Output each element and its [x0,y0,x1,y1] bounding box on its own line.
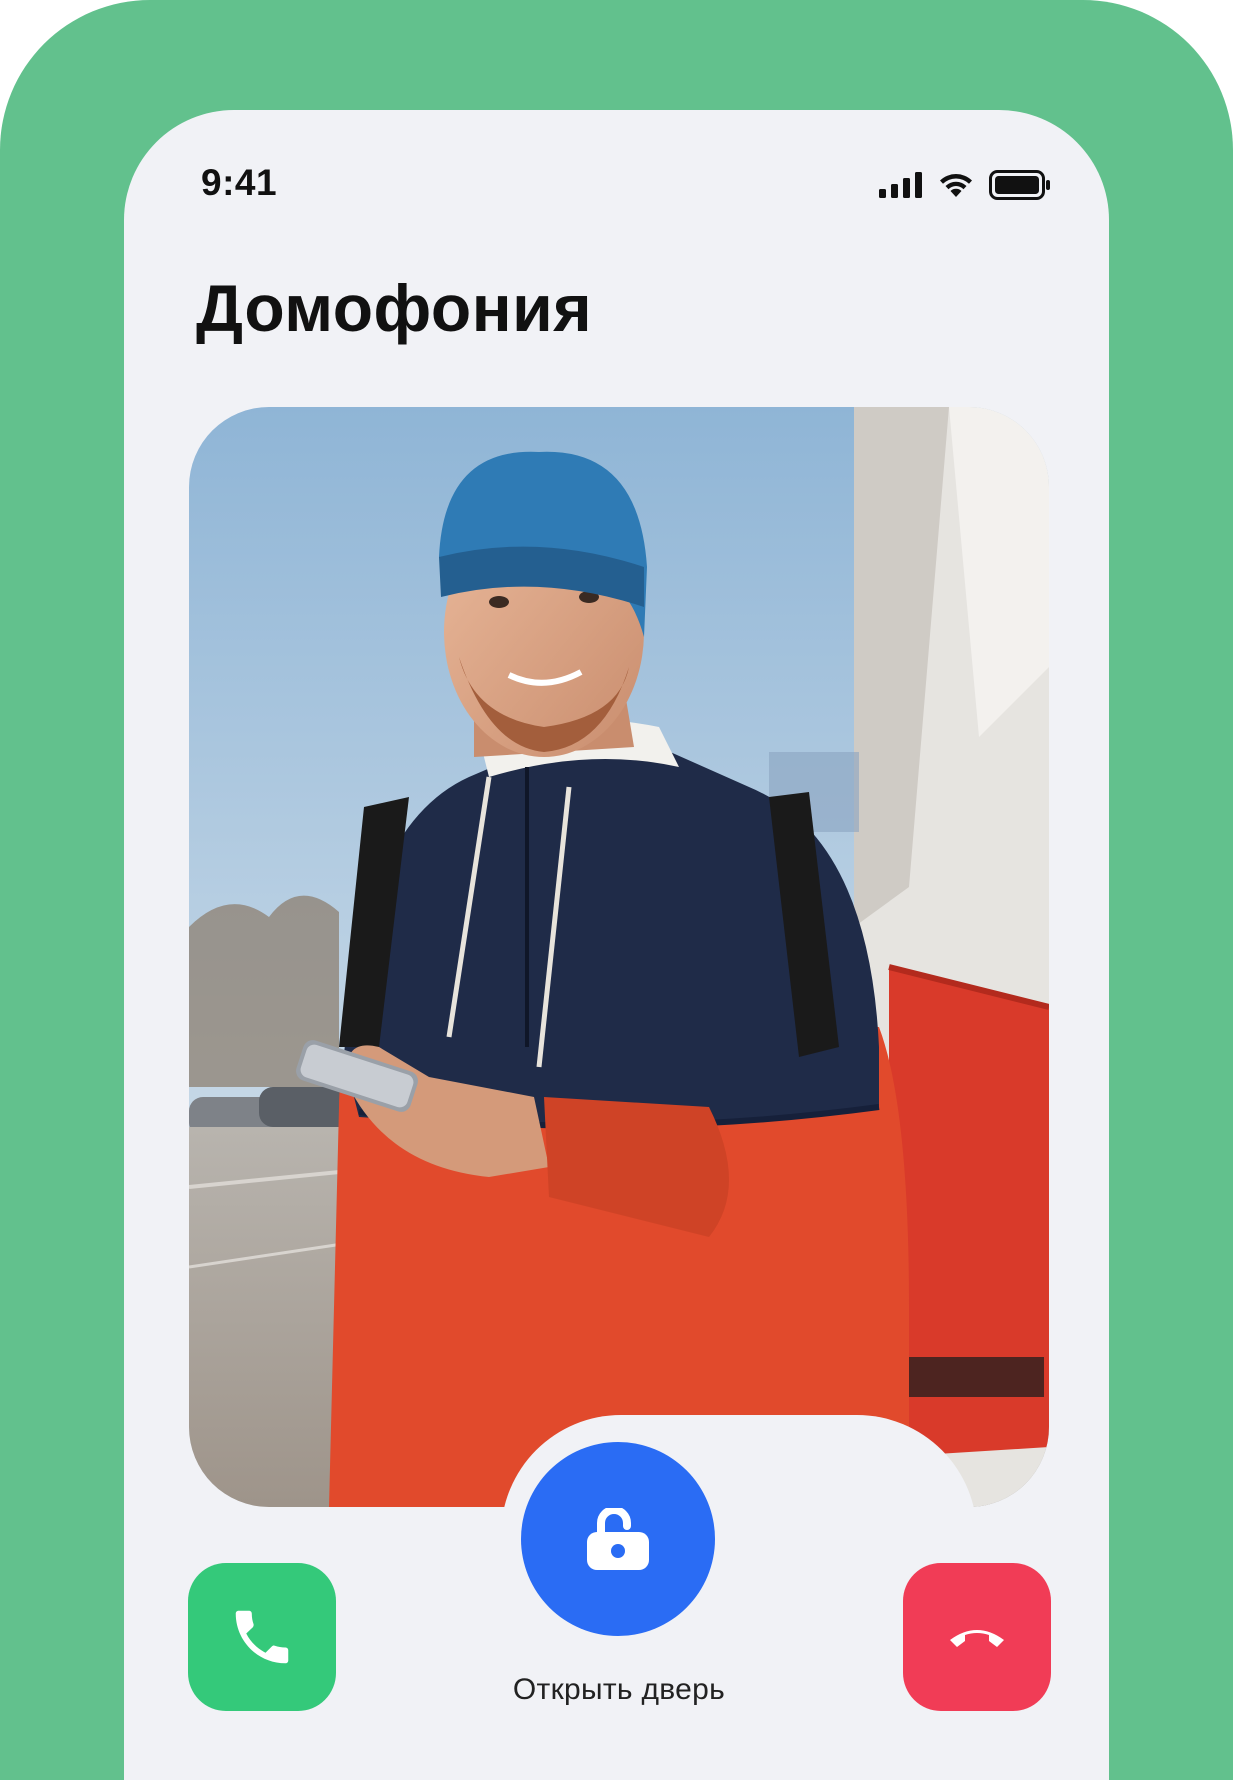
wifi-icon [940,174,972,197]
unlock-icon [587,1508,649,1570]
status-icons [879,170,1051,200]
page-title: Домофония [196,271,593,345]
intercom-video-feed [189,407,1049,1507]
phone-icon [235,1610,289,1664]
unlock-door-button[interactable] [521,1442,715,1636]
status-bar: 9:41 [124,110,1109,240]
battery-icon [989,170,1050,200]
hang-up-icon [950,1630,1004,1647]
cellular-signal-icon [879,172,922,198]
unlock-door-label: Открыть дверь [512,1673,726,1706]
status-time: 9:41 [201,162,278,203]
device-frame: 9:41 Домофония Открыть дверь [0,0,1233,1780]
phone-screen: 9:41 Домофония Открыть дверь [124,110,1109,1780]
decline-call-button[interactable] [903,1563,1051,1711]
accept-call-button[interactable] [188,1563,336,1711]
